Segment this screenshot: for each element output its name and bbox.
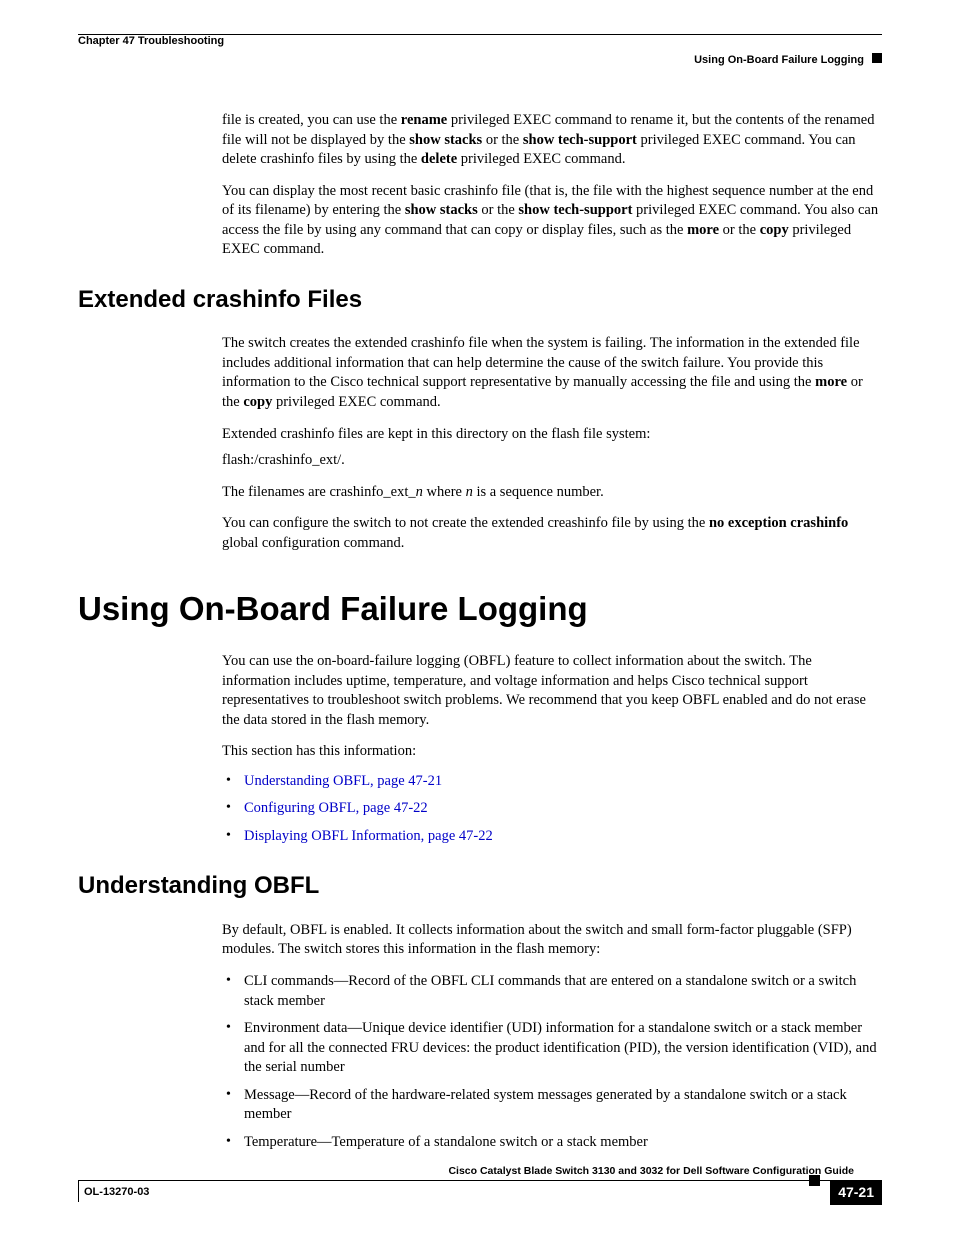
link-displaying-obfl[interactable]: Displaying OBFL Information, page 47-22: [244, 828, 493, 844]
link-list: Understanding OBFL, page 47-21 Configuri…: [222, 772, 882, 847]
body-paragraph: flash:/crashinfo_ext/.: [222, 451, 882, 471]
page-footer: Cisco Catalyst Blade Switch 3130 and 303…: [78, 1164, 882, 1203]
page-header: Chapter 47 Troubleshooting Using On-Boar…: [78, 34, 882, 71]
doc-id: OL-13270-03: [84, 1185, 149, 1200]
body-paragraph: You can display the most recent basic cr…: [222, 182, 882, 260]
heading-understanding-obfl: Understanding OBFL: [78, 870, 882, 902]
footer-marker-icon: [809, 1175, 820, 1186]
list-item: Configuring OBFL, page 47-22: [222, 799, 882, 819]
list-item: Temperature—Temperature of a standalone …: [222, 1133, 882, 1153]
heading-extended-crashinfo: Extended crashinfo Files: [78, 284, 882, 316]
list-item: Displaying OBFL Information, page 47-22: [222, 827, 882, 847]
list-item: CLI commands—Record of the OBFL CLI comm…: [222, 972, 882, 1011]
body-paragraph: file is created, you can use the rename …: [222, 111, 882, 170]
list-item: Environment data—Unique device identifie…: [222, 1019, 882, 1078]
body-paragraph: By default, OBFL is enabled. It collects…: [222, 921, 882, 960]
list-item: Understanding OBFL, page 47-21: [222, 772, 882, 792]
body-paragraph: Extended crashinfo files are kept in thi…: [222, 425, 882, 445]
chapter-label: Chapter 47 Troubleshooting: [78, 34, 224, 49]
body-paragraph: You can use the on-board-failure logging…: [222, 652, 882, 730]
body-paragraph: The filenames are crashinfo_ext_n where …: [222, 483, 882, 503]
page-number: 47-21: [830, 1180, 882, 1205]
footer-title: Cisco Catalyst Blade Switch 3130 and 303…: [78, 1164, 882, 1178]
heading-using-obfl: Using On-Board Failure Logging: [78, 587, 882, 632]
body-paragraph: The switch creates the extended crashinf…: [222, 334, 882, 412]
link-understanding-obfl[interactable]: Understanding OBFL, page 47-21: [244, 773, 442, 789]
section-label: Using On-Board Failure Logging: [694, 53, 864, 68]
info-list: CLI commands—Record of the OBFL CLI comm…: [222, 972, 882, 1153]
body-paragraph: This section has this information:: [222, 742, 882, 762]
list-item: Message—Record of the hardware-related s…: [222, 1086, 882, 1125]
body-paragraph: You can configure the switch to not crea…: [222, 514, 882, 553]
link-configuring-obfl[interactable]: Configuring OBFL, page 47-22: [244, 800, 428, 816]
header-marker-icon: [872, 53, 882, 63]
